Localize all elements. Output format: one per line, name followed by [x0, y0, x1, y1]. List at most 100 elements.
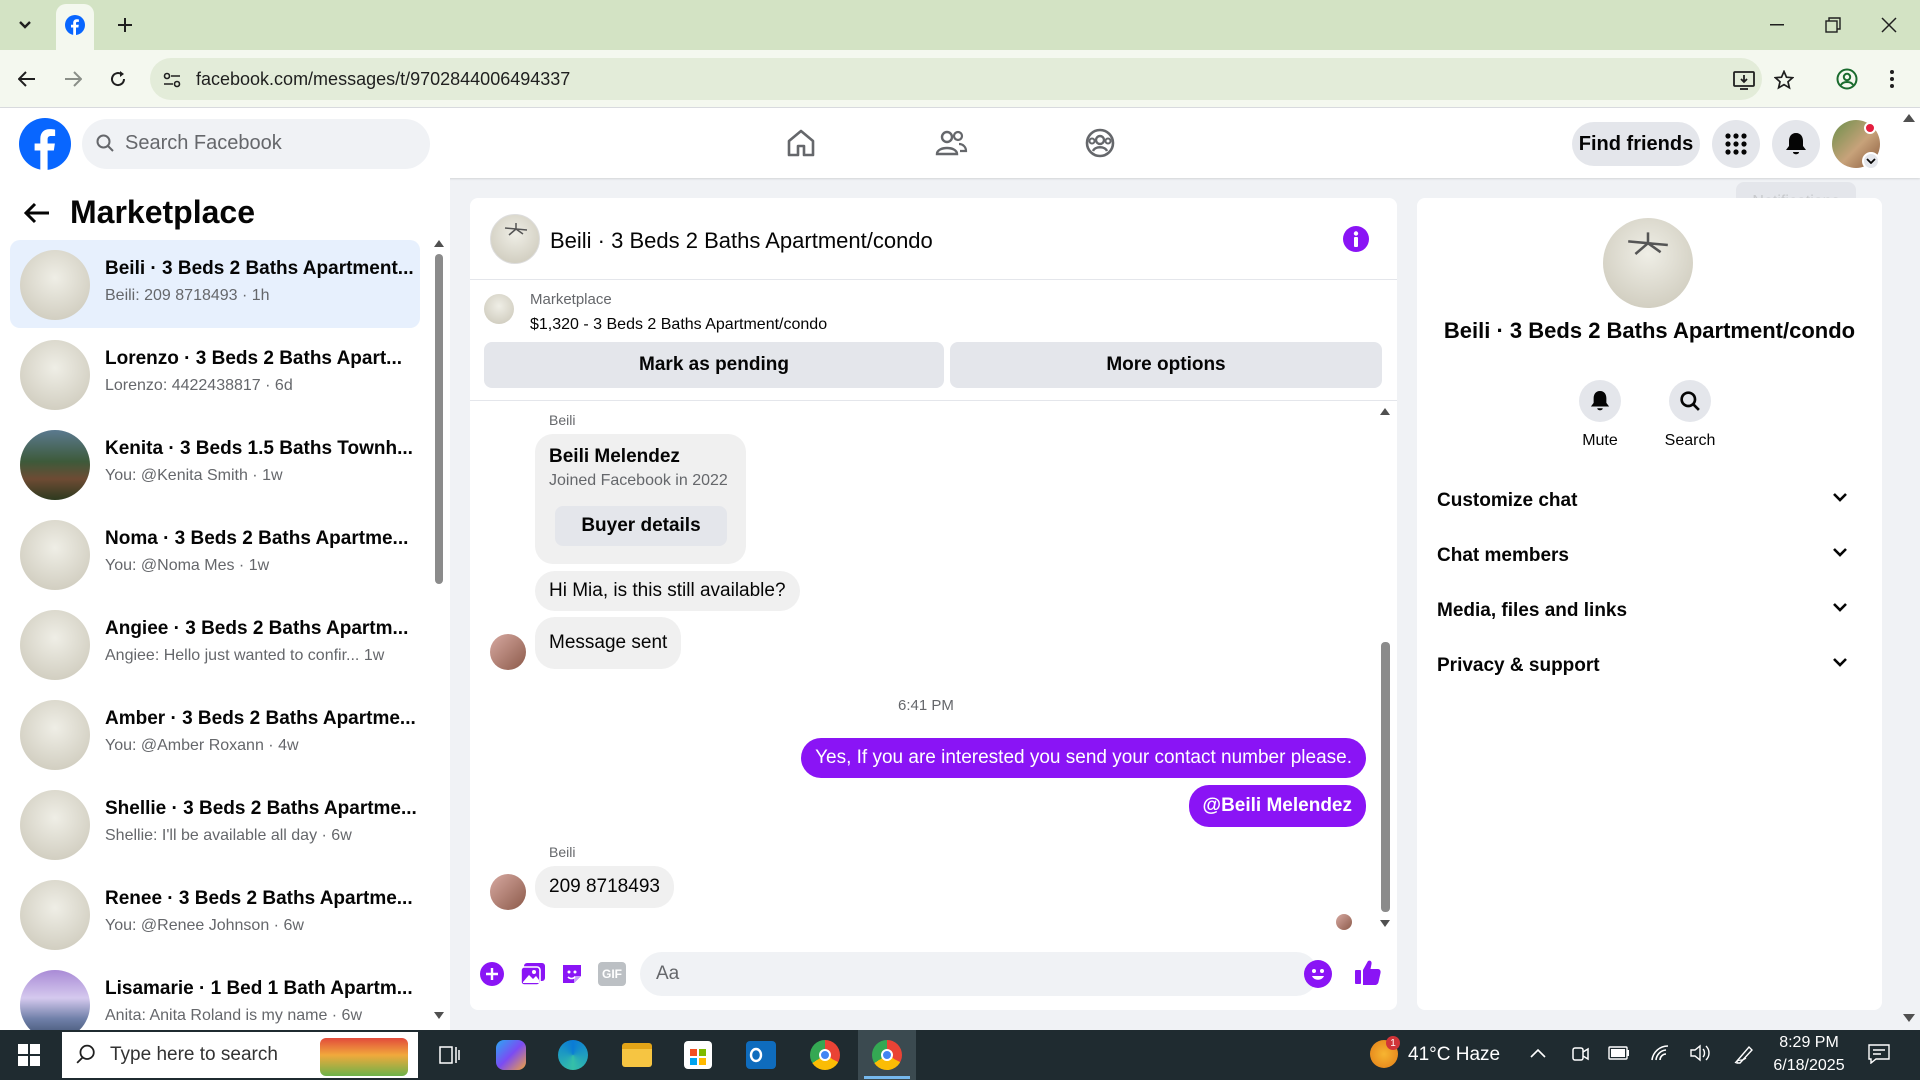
- groups-nav-icon[interactable]: [1070, 120, 1130, 166]
- active-chrome-window[interactable]: [858, 1030, 916, 1080]
- pen-icon[interactable]: [1734, 1044, 1756, 1064]
- info-section-row[interactable]: Customize chat: [1437, 476, 1862, 526]
- buyer-details-button[interactable]: Buyer details: [555, 506, 727, 546]
- profile-icon[interactable]: [1832, 64, 1862, 94]
- tray-chevron-icon[interactable]: [1530, 1048, 1546, 1058]
- info-section-row[interactable]: Privacy & support: [1437, 641, 1862, 691]
- clock-date[interactable]: 6/18/2025: [1764, 1057, 1854, 1075]
- chat-listing-thumbnail[interactable]: [490, 214, 540, 264]
- conversation-title: Kenita · 3 Beds 1.5 Baths Townh...: [105, 438, 413, 459]
- my-message-bubble[interactable]: Yes, If you are interested you send your…: [801, 738, 1366, 778]
- chat-scroll-thumb[interactable]: [1381, 642, 1390, 912]
- minimize-icon[interactable]: [1762, 10, 1792, 40]
- close-window-icon[interactable]: [1874, 10, 1904, 40]
- conversation-preview: Shellie: I'll be available all day · 6w: [105, 827, 352, 844]
- task-view-icon[interactable]: [437, 1043, 461, 1067]
- weather-badge: 1: [1386, 1036, 1400, 1050]
- file-explorer-icon[interactable]: [622, 1043, 652, 1067]
- conversation-thumbnail: [20, 340, 90, 410]
- friends-nav-icon[interactable]: [921, 120, 981, 166]
- account-chevron-icon[interactable]: [1862, 152, 1880, 170]
- facebook-logo-icon[interactable]: [19, 118, 71, 170]
- listing-thumbnail[interactable]: [484, 294, 514, 324]
- mark-as-pending-button[interactable]: Mark as pending: [484, 342, 944, 388]
- my-message-bubble[interactable]: @Beili Melendez: [1188, 785, 1366, 827]
- install-app-icon[interactable]: [1730, 66, 1758, 94]
- info-section-row[interactable]: Chat members: [1437, 531, 1862, 581]
- gif-icon[interactable]: GIF: [598, 962, 626, 986]
- microsoft-store-icon[interactable]: [684, 1041, 712, 1069]
- conversation-item[interactable]: Lorenzo · 3 Beds 2 Baths Apart... Lorenzo…: [10, 330, 420, 418]
- menu-grid-icon[interactable]: [1712, 120, 1760, 168]
- info-icon[interactable]: [1343, 226, 1369, 252]
- conversation-title: Lorenzo · 3 Beds 2 Baths Apart...: [105, 348, 403, 369]
- action-center-icon[interactable]: [1868, 1044, 1890, 1064]
- info-listing-avatar[interactable]: [1603, 218, 1693, 308]
- search-chat-icon[interactable]: [1669, 380, 1711, 422]
- sticker-icon[interactable]: [560, 962, 584, 986]
- add-plus-icon[interactable]: [480, 962, 504, 986]
- chrome-icon: [872, 1040, 902, 1070]
- edge-browser-icon[interactable]: [558, 1040, 588, 1070]
- sender-avatar[interactable]: [490, 874, 526, 910]
- windows-start-icon[interactable]: [18, 1044, 40, 1066]
- conversation-item[interactable]: Amber · 3 Beds 2 Baths Apartme... You: @A…: [10, 690, 420, 778]
- home-nav-icon[interactable]: [771, 120, 831, 166]
- chat-scroll-down[interactable]: [1380, 920, 1390, 927]
- find-friends-button[interactable]: Find friends: [1572, 122, 1700, 166]
- back-arrow-icon[interactable]: [24, 202, 50, 224]
- battery-icon[interactable]: [1608, 1046, 1630, 1060]
- back-arrow-icon[interactable]: [12, 64, 42, 94]
- more-options-button[interactable]: More options: [950, 342, 1382, 388]
- weather-text[interactable]: 41°C Haze: [1408, 1044, 1500, 1066]
- message-input[interactable]: Aa: [640, 952, 1332, 996]
- copilot-icon[interactable]: [496, 1040, 526, 1070]
- url-text[interactable]: facebook.com/messages/t/9702844006494337: [196, 69, 570, 90]
- forward-arrow-icon[interactable]: [58, 64, 88, 94]
- sender-avatar[interactable]: [490, 634, 526, 670]
- buyer-name: Beili Melendez: [549, 446, 680, 467]
- info-section-row[interactable]: Media, files and links: [1437, 586, 1862, 636]
- message-bubble[interactable]: 209 8718493: [535, 866, 674, 908]
- conversation-preview: You: @Amber Roxann · 4w: [105, 737, 299, 754]
- conversation-item[interactable]: Angiee · 3 Beds 2 Baths Apartm... Angiee:…: [10, 600, 420, 688]
- chat-scroll-up[interactable]: [1380, 408, 1390, 415]
- page-scroll-down[interactable]: [1903, 1014, 1915, 1022]
- meet-now-icon[interactable]: [1570, 1044, 1590, 1064]
- sidebar-scroll-thumb[interactable]: [435, 254, 443, 584]
- notifications-bell-icon[interactable]: [1772, 120, 1820, 168]
- photo-icon[interactable]: [520, 962, 546, 986]
- conversation-item[interactable]: Shellie · 3 Beds 2 Baths Apartme... Shell…: [10, 780, 420, 868]
- clock-time[interactable]: 8:29 PM: [1764, 1034, 1854, 1052]
- reload-icon[interactable]: [103, 64, 133, 94]
- conversation-thumbnail: [20, 520, 90, 590]
- taskbar-search-input[interactable]: Type here to search: [62, 1032, 418, 1078]
- conversation-item[interactable]: Noma · 3 Beds 2 Baths Apartme... You: @No…: [10, 510, 420, 598]
- browser-tab-facebook[interactable]: [56, 4, 94, 50]
- listing-price[interactable]: $1,320 - 3 Beds 2 Baths Apartment/condo: [530, 316, 827, 334]
- site-info-icon[interactable]: [160, 68, 184, 92]
- info-section-label: Customize chat: [1437, 490, 1578, 511]
- message-bubble[interactable]: Message sent: [535, 617, 682, 669]
- chat-title[interactable]: Beili · 3 Beds 2 Baths Apartment/condo: [550, 228, 933, 254]
- browser-menu-icon[interactable]: [1880, 64, 1904, 94]
- conversation-title: Amber · 3 Beds 2 Baths Apartme...: [105, 708, 416, 729]
- wifi-icon[interactable]: [1650, 1044, 1670, 1062]
- restore-icon[interactable]: [1818, 10, 1848, 40]
- bookmark-star-icon[interactable]: [1770, 66, 1798, 94]
- tab-search-chevron-icon[interactable]: [12, 12, 38, 38]
- conversation-item[interactable]: Renee · 3 Beds 2 Baths Apartme... You: @R…: [10, 870, 420, 958]
- conversation-item[interactable]: Beili · 3 Beds 2 Baths Apartment... Beili…: [10, 240, 420, 328]
- new-tab-plus-icon[interactable]: [112, 12, 138, 38]
- conversation-item[interactable]: Kenita · 3 Beds 1.5 Baths Townh... You: @…: [10, 420, 420, 508]
- like-thumbs-up-icon[interactable]: [1354, 958, 1382, 986]
- volume-icon[interactable]: [1690, 1044, 1712, 1062]
- outlook-icon[interactable]: [746, 1041, 776, 1069]
- emoji-icon[interactable]: [1304, 960, 1332, 988]
- message-bubble[interactable]: Hi Mia, is this still available?: [535, 571, 800, 611]
- sidebar-scrollbar[interactable]: [434, 240, 444, 1019]
- conversation-preview: Beili: 209 8718493 · 1h: [105, 287, 270, 304]
- page-scroll-up[interactable]: [1903, 114, 1915, 122]
- mute-bell-icon[interactable]: [1579, 380, 1621, 422]
- chrome-icon[interactable]: [810, 1040, 840, 1070]
